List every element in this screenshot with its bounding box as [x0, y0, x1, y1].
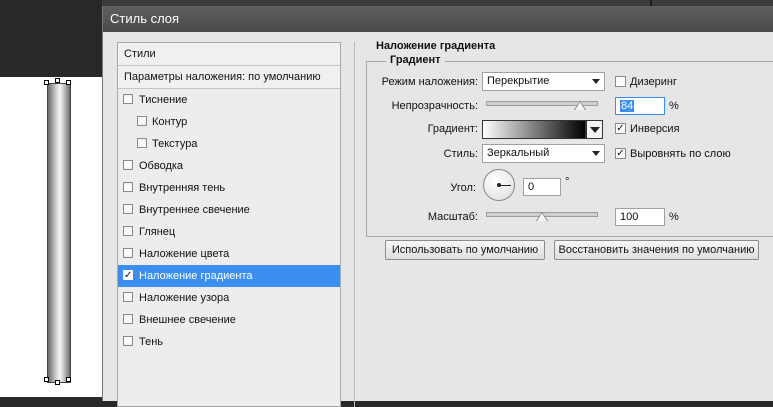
opacity-unit: %: [669, 100, 679, 112]
angle-unit: °: [565, 176, 570, 188]
style-item[interactable]: Тиснение: [118, 89, 340, 111]
scale-label: Масштаб:: [427, 211, 478, 223]
style-item-label: Наложение цвета: [139, 248, 230, 260]
angle-input[interactable]: 0: [523, 178, 561, 196]
style-item[interactable]: Наложение цвета: [118, 243, 340, 265]
scale-unit: %: [669, 211, 679, 223]
align-with-layer-label: Выровнять по слою: [630, 148, 731, 160]
style-items-list: Тиснение Контур Текстура Обводка Внутренняя …: [118, 89, 340, 353]
style-item-label: Контур: [152, 116, 188, 128]
dialog-title: Стиль слоя: [110, 11, 180, 26]
style-item[interactable]: Глянец: [118, 221, 340, 243]
reset-to-default-button[interactable]: Восстановить значения по умолчанию: [554, 240, 759, 260]
style-item[interactable]: Обводка: [118, 155, 340, 177]
panel-divider: [354, 42, 355, 407]
align-with-layer-checkbox[interactable]: ✓: [615, 148, 626, 159]
scale-input[interactable]: 100: [615, 208, 665, 226]
checkmark-icon: ✓: [616, 123, 625, 134]
reverse-checkbox[interactable]: ✓: [615, 123, 626, 134]
make-default-button[interactable]: Использовать по умолчанию: [385, 240, 545, 260]
style-item-checkbox[interactable]: [123, 182, 133, 192]
style-item-checkbox[interactable]: [123, 160, 133, 170]
style-item-checkbox[interactable]: [123, 226, 133, 236]
opacity-input[interactable]: 84: [615, 97, 665, 115]
checkmark-icon: ✓: [616, 148, 625, 159]
scale-slider-thumb-face[interactable]: [537, 213, 547, 221]
opacity-slider-thumb-face[interactable]: [575, 102, 586, 110]
blend-mode-value: Перекрытие: [487, 75, 550, 87]
gradient-picker-button[interactable]: [586, 120, 603, 139]
style-item[interactable]: Внутренняя тень: [118, 177, 340, 199]
gradient-style-value: Зеркальный: [487, 147, 550, 159]
styles-list-panel: Стили Параметры наложения: по умолчанию …: [117, 42, 341, 407]
style-item[interactable]: Текстура: [118, 133, 340, 155]
style-item[interactable]: Контур: [118, 111, 340, 133]
style-item-checkbox[interactable]: ✓: [123, 270, 133, 281]
style-item-label: Тиснение: [139, 94, 188, 106]
style-item-checkbox[interactable]: [123, 314, 133, 324]
angle-value: 0: [528, 181, 535, 193]
checkmark-icon: ✓: [124, 270, 133, 281]
chevron-down-icon: [592, 151, 600, 156]
style-item-label: Наложение узора: [139, 292, 230, 304]
dither-checkbox[interactable]: [615, 76, 626, 87]
style-item-checkbox[interactable]: [123, 292, 133, 302]
style-item-label: Внутреннее свечение: [139, 204, 250, 216]
reverse-label: Инверсия: [630, 123, 680, 135]
style-item-label: Обводка: [139, 160, 184, 172]
style-item-label: Наложение градиента: [139, 270, 253, 282]
opacity-value: 84: [620, 100, 635, 112]
dialog-titlebar[interactable]: Стиль слоя: [103, 6, 773, 32]
style-item-checkbox[interactable]: [137, 116, 147, 126]
transform-handle-bottom-right[interactable]: [66, 377, 71, 382]
transform-handle-top-left[interactable]: [44, 80, 49, 85]
scale-value: 100: [620, 211, 639, 223]
gradient-style-select[interactable]: Зеркальный: [482, 144, 605, 163]
angle-dial[interactable]: [483, 169, 515, 201]
opacity-label: Непрозрачность:: [391, 100, 478, 112]
style-item-label: Тень: [139, 336, 164, 348]
gradient-preview-swatch[interactable]: [482, 120, 586, 139]
style-item-checkbox[interactable]: [137, 138, 147, 148]
style-label: Стиль:: [443, 148, 478, 160]
transform-handle-bottom-middle[interactable]: [55, 380, 60, 385]
transform-handle-top-middle[interactable]: [55, 78, 60, 83]
style-item-label: Глянец: [139, 226, 176, 238]
blend-mode-label: Режим наложения:: [381, 76, 478, 88]
gradient-shape-layer[interactable]: [47, 83, 71, 383]
style-item-label: Внешнее свечение: [139, 314, 236, 326]
transform-handle-bottom-left[interactable]: [44, 377, 49, 382]
style-item-checkbox[interactable]: [123, 248, 133, 258]
style-item-label: Внутренняя тень: [139, 182, 226, 194]
layer-style-dialog: Стиль слоя Стили Параметры наложения: по…: [102, 6, 773, 407]
style-item[interactable]: Внешнее свечение: [118, 309, 340, 331]
blend-mode-select[interactable]: Перекрытие: [482, 72, 605, 91]
blending-options-item[interactable]: Параметры наложения: по умолчанию: [118, 66, 340, 89]
angle-label: Угол:: [450, 182, 476, 194]
style-item[interactable]: Тень: [118, 331, 340, 353]
style-item-label: Текстура: [152, 138, 198, 150]
gradient-label: Градиент:: [427, 123, 478, 135]
style-item-checkbox[interactable]: [123, 336, 133, 346]
styles-header[interactable]: Стили: [118, 43, 340, 66]
style-item[interactable]: ✓ Наложение градиента: [118, 265, 340, 287]
style-item-checkbox[interactable]: [123, 94, 133, 104]
dither-label: Дизеринг: [630, 76, 677, 88]
style-item-checkbox[interactable]: [123, 204, 133, 214]
section-title: Наложение градиента: [376, 40, 496, 52]
chevron-down-icon: [590, 127, 600, 133]
style-item[interactable]: Наложение узора: [118, 287, 340, 309]
chevron-down-icon: [592, 79, 600, 84]
group-title: Градиент: [386, 54, 445, 66]
angle-dial-center: [497, 183, 501, 187]
transform-handle-top-right[interactable]: [66, 80, 71, 85]
style-item[interactable]: Внутреннее свечение: [118, 199, 340, 221]
canvas-border: [0, 397, 102, 401]
